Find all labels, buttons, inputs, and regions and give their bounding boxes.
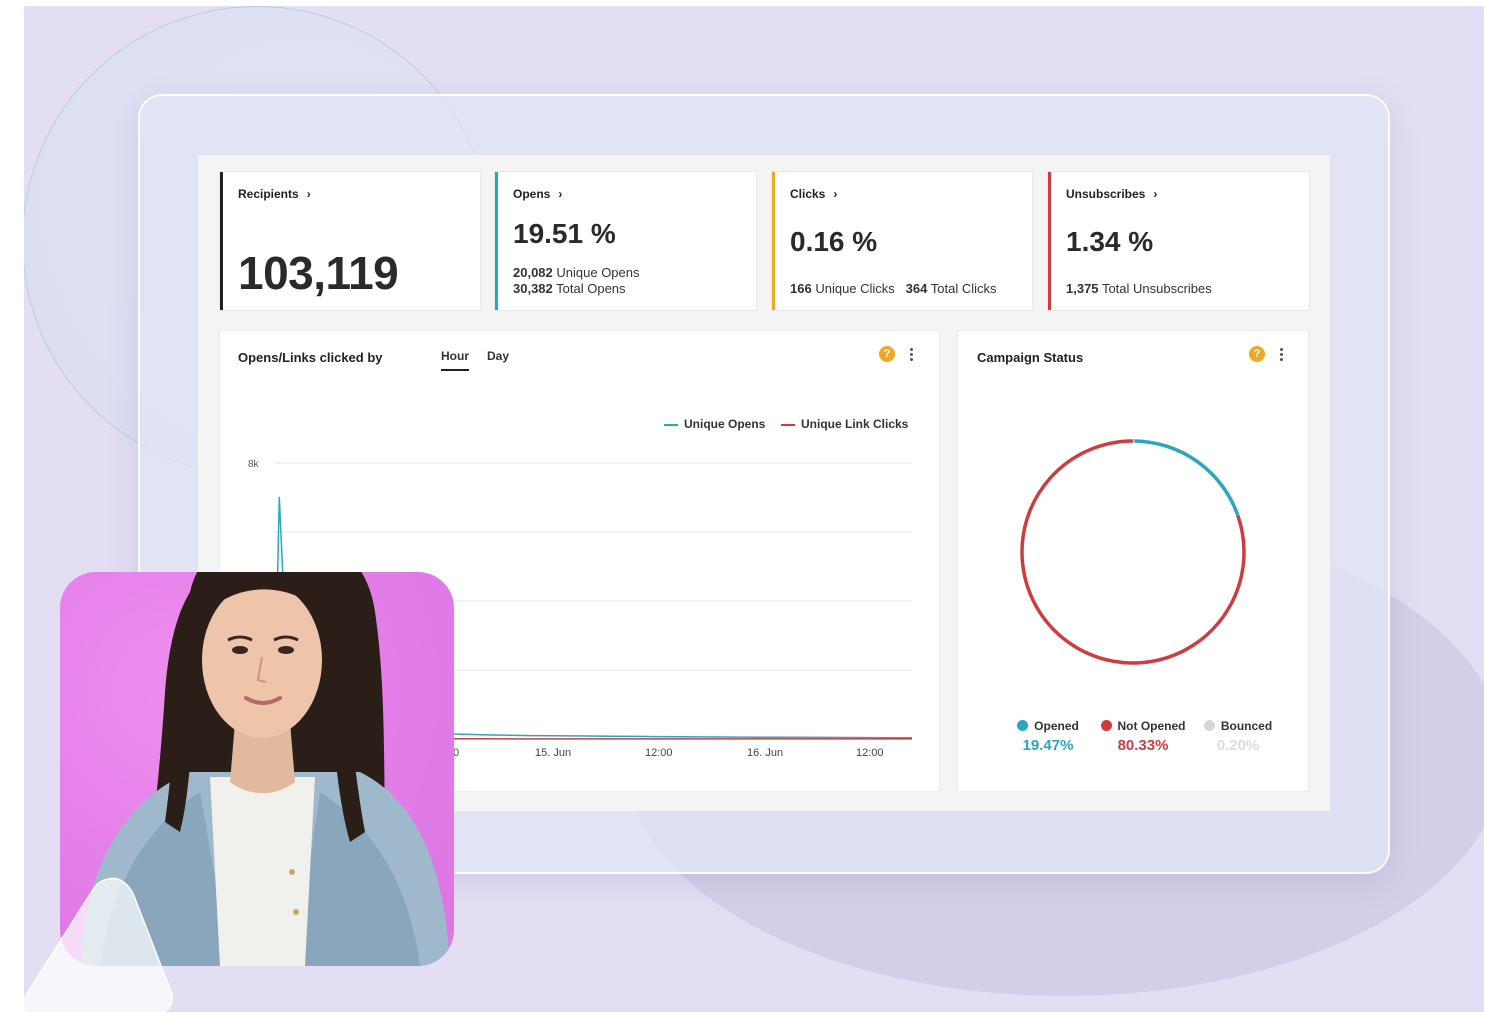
chevron-right-icon: › xyxy=(833,187,838,201)
chevron-right-icon: › xyxy=(1153,187,1158,201)
unsubscribes-value: 1.34 % xyxy=(1066,226,1154,257)
legend-bounced[interactable]: Bounced 0.20% xyxy=(1190,719,1286,754)
legend-dot xyxy=(1203,720,1215,731)
clicks-value: 0.16 % xyxy=(790,226,878,257)
opens-details: 20,082 Unique Opens 30,382 Total Opens xyxy=(513,265,640,296)
clicks-label[interactable]: Clicks › xyxy=(790,187,837,201)
x-tick-label: 15. Jun xyxy=(535,747,572,759)
chevron-right-icon: › xyxy=(306,187,311,201)
x-tick-label: 16. Jun xyxy=(747,747,784,759)
opens-label[interactable]: Opens › xyxy=(513,187,562,201)
opens-value: 19.51 % xyxy=(513,218,616,249)
clicks-card[interactable]: Clicks › 0.16 % 166 Unique Clicks 364 Tot… xyxy=(772,172,1032,310)
recipients-value: 103,119 xyxy=(238,247,399,299)
unsubscribes-card[interactable]: Unsubscribes › 1.34 % 1,375 Total Unsubsc… xyxy=(1048,172,1309,310)
chevron-right-icon: › xyxy=(558,187,563,201)
donut-slice-opened xyxy=(1134,439,1240,517)
unsubscribes-label[interactable]: Unsubscribes › xyxy=(1066,187,1157,201)
campaign-status-title: Campaign Status xyxy=(977,350,1084,365)
not-opened-percent: 80.33% xyxy=(1117,737,1169,754)
recipients-label[interactable]: Recipients › xyxy=(238,187,311,201)
help-icon[interactable]: ? xyxy=(1249,346,1265,362)
opened-percent: 19.47% xyxy=(1022,737,1074,754)
x-tick-label: 12:00 xyxy=(645,747,673,759)
unsubscribes-details: 1,375 Total Unsubscribes xyxy=(1066,281,1212,296)
opens-card[interactable]: Opens › 19.51 % 20,082 Unique Opens 30,38… xyxy=(495,172,756,310)
more-vert-icon[interactable] xyxy=(1278,347,1284,363)
decorative-triangle xyxy=(24,877,174,1014)
legend-dot xyxy=(1017,720,1029,731)
bounced-percent: 0.20% xyxy=(1216,737,1260,754)
legend-not-opened[interactable]: Not Opened 80.33% xyxy=(1088,719,1198,754)
x-tick-label: 12:00 xyxy=(856,747,884,759)
legend-dot xyxy=(1100,720,1112,731)
legend-opened[interactable]: Opened 19.47% xyxy=(998,719,1098,754)
clicks-details: 166 Unique Clicks 364 Total Clicks xyxy=(790,281,997,296)
recipients-card[interactable]: Recipients › 103,119 xyxy=(220,172,480,310)
campaign-status-panel: Campaign Status ? Opened 19.47% Not Open… xyxy=(958,331,1308,791)
campaign-status-donut xyxy=(1020,439,1246,665)
